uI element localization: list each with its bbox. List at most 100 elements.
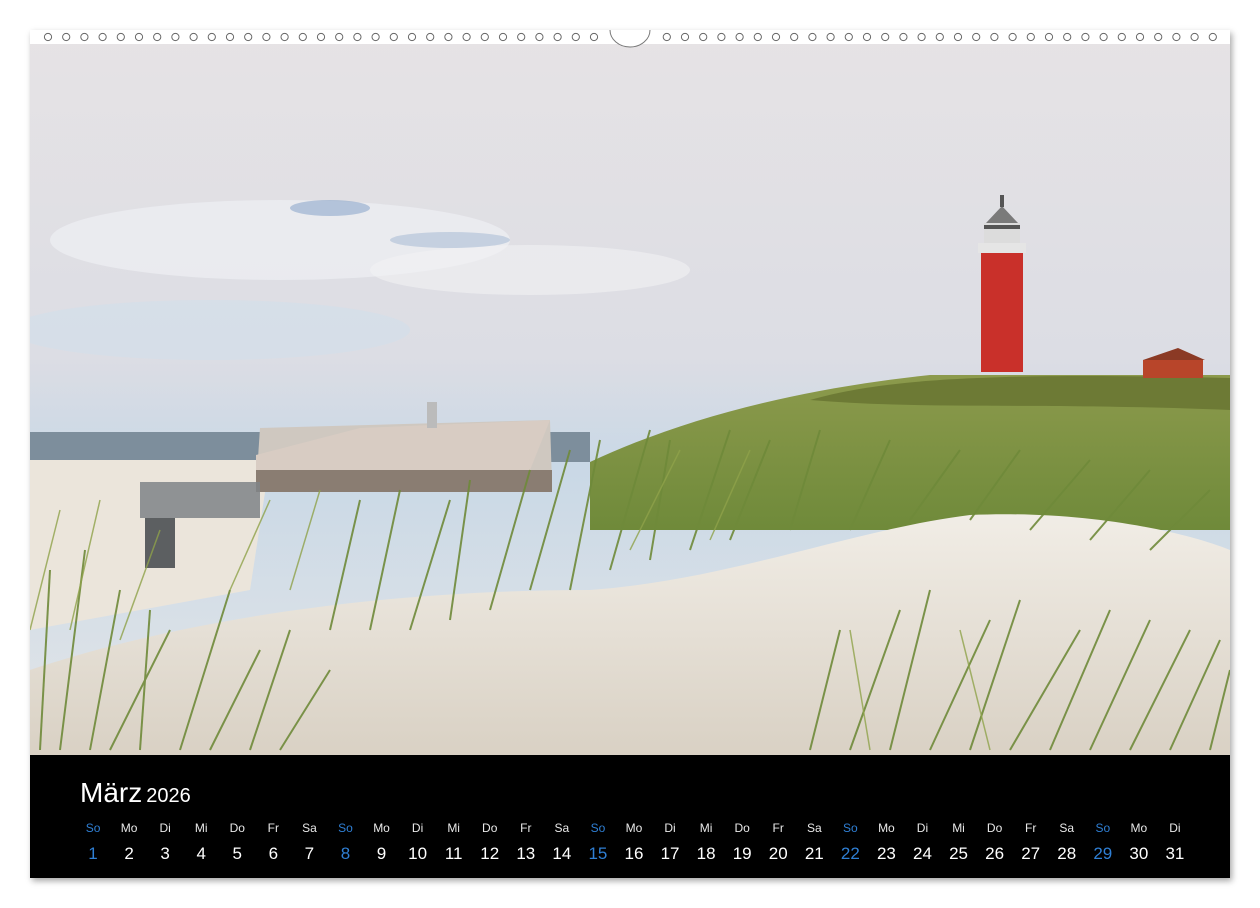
binding-hole <box>353 32 362 42</box>
day-cell: So 1 <box>75 819 111 869</box>
day-number: 29 <box>1093 844 1113 863</box>
weekday-label: Sa <box>554 821 570 835</box>
weekday-label: So <box>843 821 858 835</box>
day-number: 21 <box>804 844 824 863</box>
day-cell: Mo 23 <box>868 819 904 869</box>
binding-hole <box>1081 32 1090 42</box>
binding-hole <box>462 32 471 42</box>
day-cell: Fr 13 <box>508 819 544 869</box>
day-cell: Di 17 <box>652 819 688 869</box>
day-cell: Do 26 <box>977 819 1013 869</box>
binding-rings <box>30 30 1230 48</box>
day-number: 18 <box>696 844 716 863</box>
year: 2026 <box>146 785 191 807</box>
weekday-label: Mi <box>194 821 208 835</box>
day-number: 13 <box>516 844 536 863</box>
binding-hole <box>298 32 307 42</box>
binding-hole <box>589 32 599 42</box>
day-number: 4 <box>196 844 206 863</box>
binding-hole <box>862 32 872 42</box>
binding-hole <box>480 32 489 42</box>
hanger-notch <box>609 30 651 48</box>
binding-hole <box>972 32 981 42</box>
weekday-label: Do <box>482 821 498 835</box>
binding-hole <box>426 32 435 42</box>
weekday-label: Do <box>734 821 750 835</box>
day-number: 25 <box>949 844 968 863</box>
weekday-label: Fr <box>267 821 279 835</box>
weekday-label: Fr <box>520 821 532 835</box>
binding-hole <box>43 32 53 42</box>
day-cell: Sa 28 <box>1049 819 1085 869</box>
binding-hole <box>371 32 380 42</box>
day-number: 30 <box>1129 844 1149 863</box>
weekday-label: Di <box>1169 821 1181 835</box>
binding-hole <box>1044 32 1054 42</box>
binding-hole <box>98 32 107 42</box>
binding-hole <box>498 32 508 42</box>
day-number: 15 <box>588 844 608 863</box>
binding-hole <box>1008 32 1017 42</box>
binding-hole <box>917 32 926 42</box>
day-strip: So 1 Mo 2 Di 3 Mi 4 Do 5 Fr 6 Sa 7 So 8 Mo 9 Di 10 Mi 11 Do 12 F… <box>75 819 1193 869</box>
weekday-label: Fr <box>1024 821 1037 835</box>
day-cell: So 15 <box>580 819 616 869</box>
binding-hole <box>1172 32 1181 42</box>
weekday-label: Sa <box>1059 821 1075 835</box>
binding-hole <box>225 32 235 42</box>
day-cell: Di 3 <box>147 819 183 869</box>
binding-hole <box>1117 32 1126 42</box>
weekday-label: Mo <box>625 821 643 835</box>
weekday-label: Mo <box>120 821 138 835</box>
day-number: 11 <box>444 844 463 863</box>
day-cell: Sa 14 <box>544 819 580 869</box>
binding-hole <box>953 32 963 42</box>
binding-hole <box>244 32 253 42</box>
binding-hole <box>753 32 762 42</box>
day-number: 12 <box>480 844 500 863</box>
day-number: 23 <box>876 844 896 863</box>
day-number: 26 <box>985 844 1005 863</box>
weekday-label: So <box>338 821 353 835</box>
binding-hole <box>1026 32 1035 42</box>
day-number: 10 <box>408 844 428 863</box>
binding-hole <box>735 32 744 42</box>
weekday-label: Fr <box>772 821 784 835</box>
day-number: 9 <box>376 844 387 863</box>
weekday-label: Sa <box>806 821 822 835</box>
day-cell: Mo 16 <box>616 819 652 869</box>
day-cell: Di 10 <box>400 819 436 869</box>
day-number: 20 <box>768 844 788 863</box>
binding-hole <box>407 32 417 42</box>
day-number: 24 <box>913 844 932 863</box>
calendar-title: März 2026 <box>80 777 191 809</box>
day-cell: Fr 6 <box>255 819 291 869</box>
binding-hole <box>517 32 526 42</box>
beach-lighthouse-image <box>30 30 1230 755</box>
binding-hole <box>207 32 216 42</box>
day-number: 14 <box>552 844 572 863</box>
binding-hole <box>1063 32 1072 42</box>
day-cell: Do 19 <box>724 819 760 869</box>
weekday-label: Di <box>159 821 171 835</box>
day-number: 1 <box>88 844 98 863</box>
weekday-label: Di <box>916 821 929 835</box>
day-number: 2 <box>124 844 134 863</box>
binding-hole <box>881 32 890 42</box>
binding-hole <box>262 32 271 42</box>
weekday-label: So <box>85 821 101 835</box>
day-cell: Mi 25 <box>941 819 977 869</box>
calendar-bar: März 2026 So 1 Mo 2 Di 3 Mi 4 Do 5 Fr 6 Sa 7 So 8 Mo 9 Di 10… <box>30 755 1230 878</box>
binding-hole <box>771 32 781 42</box>
day-number: 28 <box>1057 844 1077 863</box>
weekday-label: Mi <box>952 821 965 835</box>
binding-hole <box>535 32 544 42</box>
weekday-label: Mi <box>699 821 713 835</box>
day-number: 22 <box>840 844 860 863</box>
binding-hole <box>990 32 999 42</box>
day-cell: Sa 21 <box>796 819 832 869</box>
binding-hole <box>116 32 125 42</box>
binding-hole <box>189 32 198 42</box>
day-cell: Fr 20 <box>760 819 796 869</box>
weekday-label: Mo <box>373 821 390 835</box>
